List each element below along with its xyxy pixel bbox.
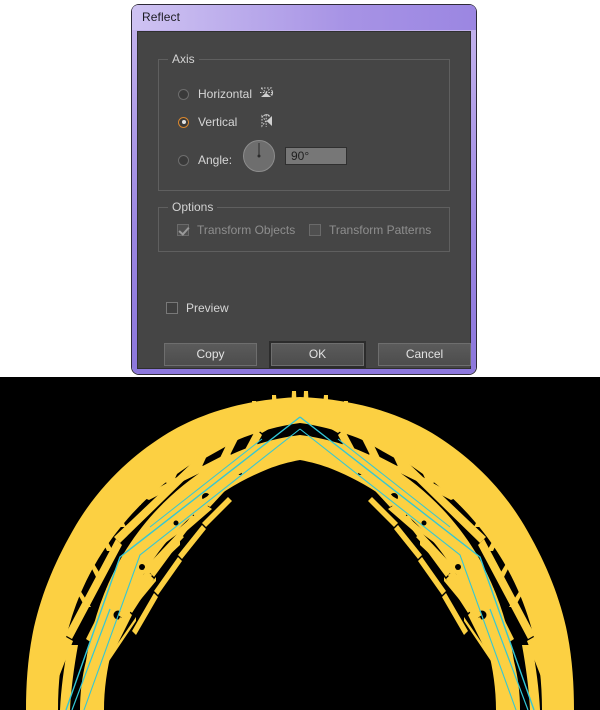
dialog-title: Reflect	[142, 10, 181, 24]
radio-horizontal-indicator[interactable]	[178, 88, 189, 100]
radio-angle[interactable]: Angle:	[178, 153, 232, 167]
artwork-svg	[26, 391, 574, 710]
checkbox-preview-label: Preview	[186, 301, 229, 315]
reflect-vertical-icon	[259, 113, 275, 134]
artboard-canvas[interactable]	[0, 377, 600, 710]
checkbox-preview[interactable]: Preview	[166, 301, 229, 315]
reflect-dialog: Reflect Axis Horizontal Vertical Angle: …	[132, 5, 476, 374]
checkbox-preview-box[interactable]	[166, 302, 178, 314]
radio-vertical[interactable]: Vertical	[178, 115, 237, 129]
angle-dial-icon[interactable]	[243, 140, 275, 172]
cancel-button[interactable]: Cancel	[378, 343, 471, 366]
dialog-titlebar[interactable]: Reflect	[132, 5, 476, 30]
checkbox-transform-objects[interactable]: Transform Objects	[177, 223, 295, 237]
artwork-left-half	[26, 391, 300, 710]
radio-vertical-label: Vertical	[198, 115, 238, 129]
reflect-horizontal-icon	[259, 85, 275, 106]
checkbox-transform-patterns-label: Transform Patterns	[329, 223, 432, 237]
radio-horizontal[interactable]: Horizontal	[178, 87, 252, 101]
axis-group-label: Axis	[168, 52, 199, 66]
dialog-body: Axis Horizontal Vertical Angle: 90° Opti…	[137, 31, 471, 369]
radio-angle-indicator[interactable]	[178, 154, 189, 166]
copy-button[interactable]: Copy	[164, 343, 257, 366]
angle-input[interactable]: 90°	[285, 147, 347, 165]
angle-dial-hub	[257, 154, 261, 158]
options-group-label: Options	[168, 200, 218, 214]
checkbox-transform-patterns-box[interactable]	[309, 224, 321, 236]
checkbox-transform-objects-box[interactable]	[177, 224, 189, 236]
checkbox-transform-patterns[interactable]: Transform Patterns	[309, 223, 431, 237]
radio-vertical-indicator[interactable]	[178, 116, 189, 128]
artwork-right-half	[300, 391, 574, 710]
axis-group: Axis Horizontal Vertical Angle: 90°	[158, 52, 450, 191]
radio-horizontal-label: Horizontal	[198, 87, 253, 101]
checkbox-transform-objects-label: Transform Objects	[197, 223, 296, 237]
screen: Reflect Axis Horizontal Vertical Angle: …	[0, 0, 600, 710]
options-group: Options Transform Objects Transform Patt…	[158, 200, 450, 252]
radio-angle-label: Angle:	[198, 153, 233, 167]
ok-button[interactable]: OK	[271, 343, 364, 366]
